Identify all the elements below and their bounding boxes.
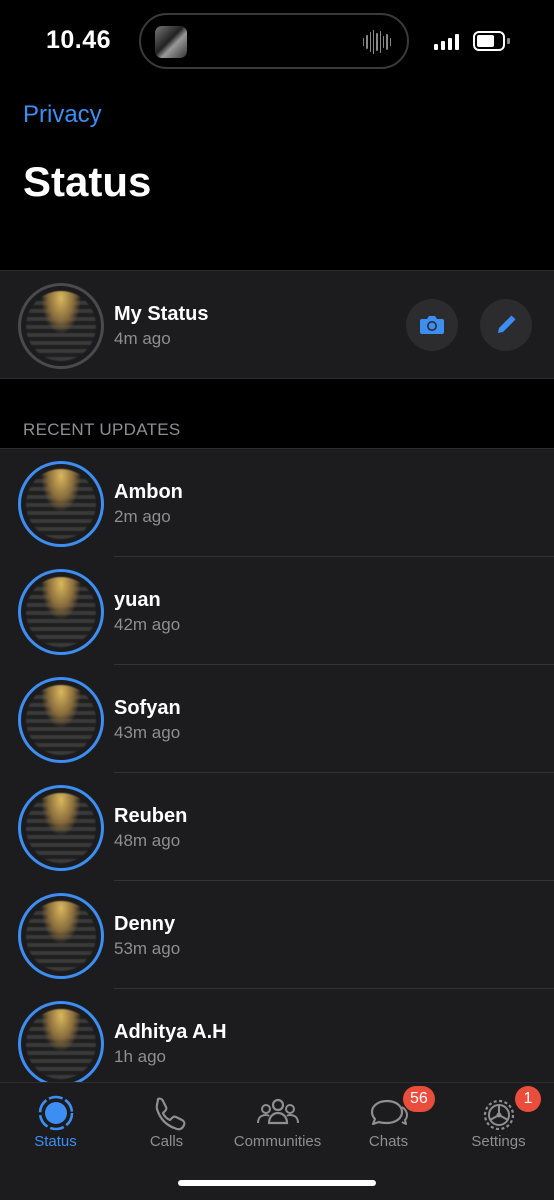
tab-label: Settings: [471, 1133, 526, 1150]
status-bar: 10.46: [0, 0, 554, 90]
my-status-time: 4m ago: [114, 329, 171, 348]
update-time: 53m ago: [114, 939, 181, 958]
unread-chats-badge: 56: [403, 1086, 435, 1112]
avatar-status-ring: [18, 677, 104, 763]
tab-label: Calls: [149, 1133, 184, 1150]
tab-calls[interactable]: Calls: [111, 1083, 222, 1163]
avatar-status-ring: [18, 785, 104, 871]
avatar: [26, 685, 96, 755]
avatar: [26, 901, 96, 971]
update-time: 2m ago: [114, 507, 171, 526]
tab-label: Communities: [233, 1133, 322, 1150]
gear-icon: [483, 1099, 514, 1131]
contact-name: Adhitya A.H: [114, 1021, 227, 1043]
phone-icon: [155, 1097, 185, 1131]
contact-name: yuan: [114, 589, 161, 611]
now-playing-thumbnail: [155, 26, 187, 58]
contact-name: Ambon: [114, 481, 183, 503]
avatar: [26, 577, 96, 647]
my-status-row[interactable]: My Status 4m ago: [0, 270, 554, 379]
avatar: [26, 793, 96, 863]
avatar: [26, 291, 96, 361]
avatar-status-ring: [18, 1001, 104, 1082]
avatar-status-ring: [18, 893, 104, 979]
tab-chats[interactable]: 56 Chats: [333, 1083, 444, 1163]
section-header-recent-updates: RECENT UPDATES: [23, 420, 181, 439]
contact-name: Sofyan: [114, 697, 181, 719]
tab-status[interactable]: Status: [0, 1083, 111, 1163]
tab-label: Chats: [368, 1133, 409, 1150]
edit-text-status-button[interactable]: [480, 299, 532, 351]
dynamic-island[interactable]: [139, 13, 409, 69]
list-item[interactable]: Sofyan 43m ago: [0, 665, 554, 773]
tab-label: Status: [34, 1133, 77, 1150]
list-item[interactable]: Ambon 2m ago: [0, 449, 554, 557]
update-time: 43m ago: [114, 723, 181, 742]
avatar: [26, 469, 96, 539]
camera-button[interactable]: [406, 299, 458, 351]
tab-settings[interactable]: 1 Settings: [443, 1083, 554, 1163]
list-item[interactable]: Denny 53m ago: [0, 881, 554, 989]
page-title: Status: [23, 158, 152, 205]
pencil-icon: [498, 315, 516, 333]
tab-communities[interactable]: Communities: [222, 1083, 333, 1163]
update-time: 42m ago: [114, 615, 181, 634]
contact-name: Denny: [114, 913, 176, 935]
list-item[interactable]: Reuben 48m ago: [0, 773, 554, 881]
my-status-avatar[interactable]: [18, 283, 104, 369]
list-item[interactable]: Adhitya A.H 1h ago: [0, 989, 554, 1082]
home-indicator[interactable]: [178, 1180, 376, 1186]
avatar-status-ring: [18, 569, 104, 655]
list-item[interactable]: yuan 42m ago: [0, 557, 554, 665]
my-status-label: My Status: [114, 303, 209, 325]
contact-name: Reuben: [114, 805, 188, 827]
cellular-signal-icon: [434, 34, 460, 50]
camera-icon: [420, 316, 444, 334]
update-time: 48m ago: [114, 831, 181, 850]
battery-icon: [473, 31, 510, 51]
audio-waveform-icon: [363, 30, 391, 54]
communities-icon: [256, 1098, 299, 1125]
back-link-privacy[interactable]: Privacy: [23, 101, 102, 129]
update-time: 1h ago: [114, 1047, 166, 1066]
settings-badge: 1: [515, 1086, 541, 1112]
recent-updates-list[interactable]: Ambon 2m ago yuan 42m ago Sofyan 43m ago…: [0, 448, 554, 1082]
avatar: [26, 1009, 96, 1079]
status-ring-icon: [38, 1095, 73, 1131]
avatar-status-ring: [18, 461, 104, 547]
clock: 10.46: [46, 26, 112, 54]
